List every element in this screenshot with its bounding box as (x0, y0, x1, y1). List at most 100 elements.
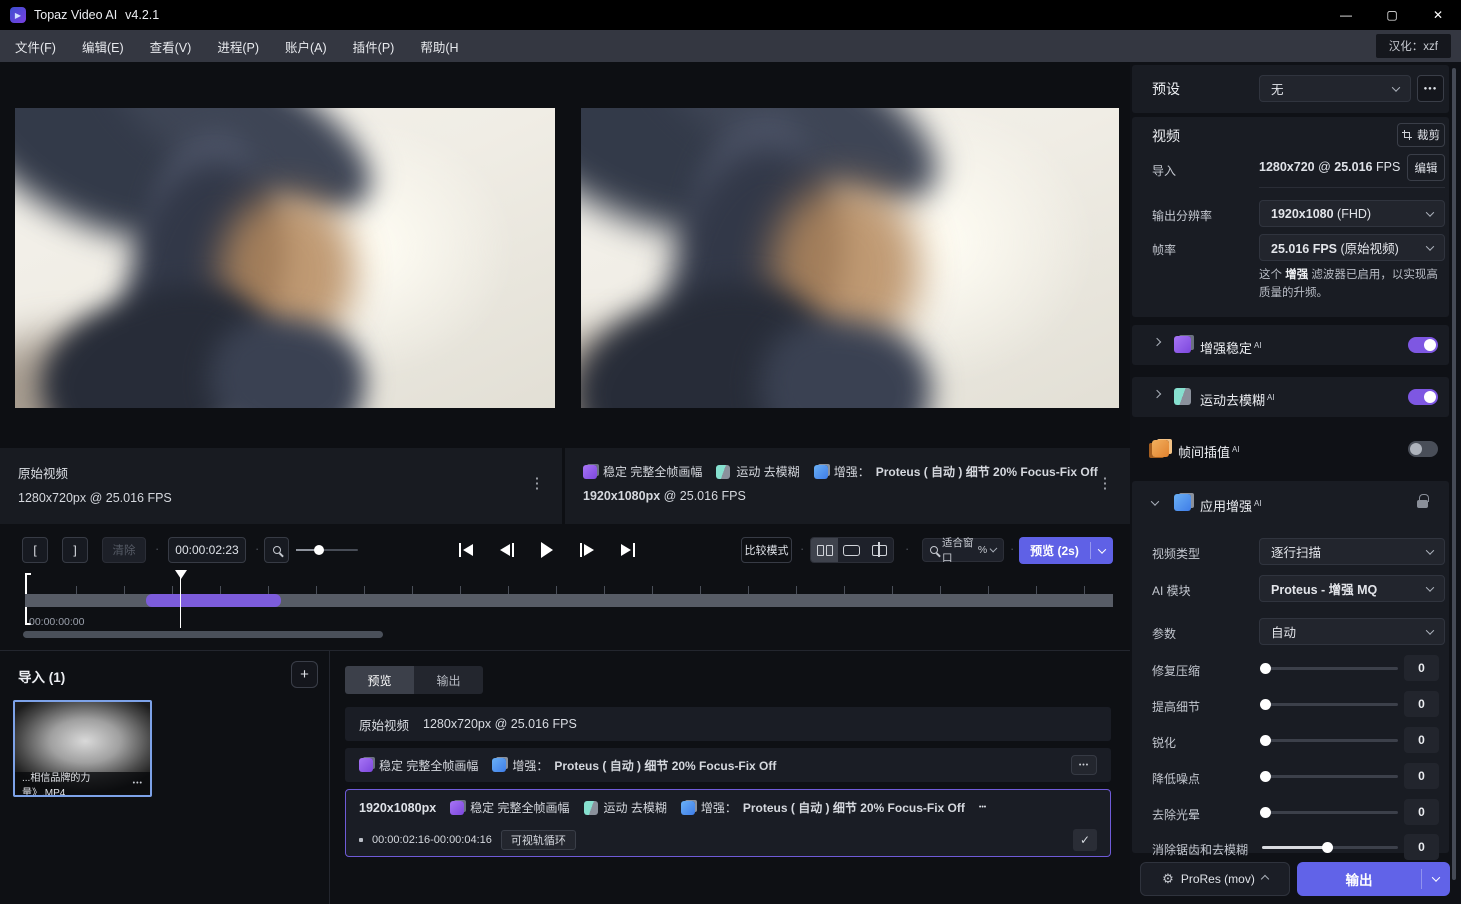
timeline-zoom-button[interactable] (264, 537, 289, 563)
frame-rate-select[interactable]: 25.016 FPS (原始视频) (1259, 234, 1445, 261)
chevron-down-icon (1098, 545, 1106, 553)
antialias-value[interactable]: 0 (1404, 834, 1439, 860)
dehalo-value[interactable]: 0 (1404, 799, 1439, 825)
mark-in-button[interactable]: [ (22, 537, 48, 563)
skip-to-end-button[interactable] (612, 534, 644, 566)
queue-row-preview-2-selected[interactable]: 1920x1080px 稳定 完整全帧画幅 运动 去模糊 增强：Proteus … (345, 789, 1111, 857)
menu-process[interactable]: 进程(P) (204, 30, 272, 62)
gear-icon: ⚙ (1162, 871, 1174, 887)
dehalo-slider[interactable] (1262, 811, 1398, 814)
original-video-frame[interactable] (15, 108, 555, 408)
compression-slider[interactable] (1262, 667, 1398, 670)
playhead-marker[interactable] (175, 570, 187, 579)
detail-slider[interactable] (1262, 703, 1398, 706)
single-view-button[interactable] (838, 538, 865, 562)
ai-model-select[interactable]: Proteus - 增强 MQ (1259, 575, 1445, 602)
app-version: v4.2.1 (125, 8, 159, 22)
menu-edit[interactable]: 编辑(E) (69, 30, 137, 62)
compression-value[interactable]: 0 (1404, 655, 1439, 681)
slider-handle[interactable] (1260, 699, 1271, 710)
processed-video-image (581, 108, 1119, 408)
original-menu-button[interactable]: ⋮ (528, 474, 546, 492)
edit-button[interactable]: 编辑 (1407, 154, 1445, 181)
timeline[interactable]: 00:00:00:00 (0, 570, 1130, 650)
preset-more-button[interactable]: ●●● (1417, 75, 1444, 102)
split-view-button[interactable] (866, 538, 893, 562)
motion-deblur-icon (716, 465, 730, 479)
parameters-select[interactable]: 自动 (1259, 618, 1445, 645)
slider-handle[interactable] (1260, 663, 1271, 674)
antialias-slider[interactable] (1262, 846, 1398, 849)
compare-mode-button[interactable]: 比较模式 (741, 537, 792, 563)
detail-value[interactable]: 0 (1404, 691, 1439, 717)
minimize-button[interactable]: — (1323, 0, 1369, 30)
menu-plugins[interactable]: 插件(P) (340, 30, 408, 62)
skip-to-start-button[interactable] (450, 534, 482, 566)
frame-interpolation-toggle[interactable] (1408, 441, 1438, 457)
queue-row-preview-1[interactable]: 稳定 完整全帧画幅 增强：Proteus ( 自动 ) 细节 20% Focus… (345, 748, 1111, 782)
output-resolution-select[interactable]: 1920x1080 (FHD) (1259, 200, 1445, 227)
preset-select[interactable]: 无 (1259, 75, 1411, 102)
chevron-down-icon (1426, 242, 1434, 250)
chevron-down-icon (1426, 208, 1434, 216)
timeline-scrollbar[interactable] (23, 631, 383, 638)
stabilize-badge: 稳定 完整全帧画幅 (583, 463, 702, 480)
import-file-menu-button[interactable]: ••• (133, 780, 143, 787)
sidebar-scrollbar[interactable] (1452, 68, 1456, 880)
export-format-button[interactable]: ⚙ ProRes (mov) (1140, 862, 1290, 896)
previous-frame-button[interactable] (491, 534, 523, 566)
mark-out-button[interactable]: ] (62, 537, 88, 563)
stabilize-toggle[interactable] (1408, 337, 1438, 353)
clear-button[interactable]: 清除 (102, 537, 146, 563)
visible-track-loop-badge[interactable]: 可视轨循环 (501, 830, 576, 850)
processed-video-frame[interactable] (581, 108, 1119, 408)
crop-icon (1402, 130, 1412, 140)
sharpen-value[interactable]: 0 (1404, 727, 1439, 753)
slider-handle[interactable] (1260, 735, 1271, 746)
menu-account[interactable]: 账户(A) (272, 30, 340, 62)
separator-dot: · (1010, 541, 1014, 556)
sharpen-slider[interactable] (1262, 739, 1398, 742)
menu-help[interactable]: 帮助(H (407, 30, 471, 62)
slider-handle[interactable] (1322, 842, 1333, 853)
row-check-button[interactable]: ✓ (1073, 829, 1097, 851)
title-bar: ▶ Topaz Video AI v4.2.1 — ▢ ✕ (0, 0, 1461, 30)
tab-output[interactable]: 输出 (414, 666, 483, 694)
side-by-side-view-button[interactable] (811, 538, 838, 562)
motion-deblur-icon (584, 801, 598, 815)
menu-view[interactable]: 查看(V) (137, 30, 205, 62)
zoom-slider-knob[interactable] (314, 545, 324, 555)
localization-badge[interactable]: 汉化：xzf (1376, 34, 1451, 58)
timeline-preview-segment[interactable] (146, 594, 281, 607)
play-button[interactable] (531, 534, 563, 566)
noise-value[interactable]: 0 (1404, 763, 1439, 789)
stabilize-filter-icon (1174, 336, 1191, 353)
output-button[interactable]: 输出 (1297, 862, 1450, 896)
timeline-zoom-slider[interactable] (296, 549, 358, 551)
tab-preview[interactable]: 预览 (345, 666, 414, 694)
processed-info-panel: 稳定 完整全帧画幅 运动 去模糊 增强：Proteus ( 自动 ) 细节 20… (565, 448, 1130, 524)
timecode-field[interactable]: 00:00:02:23 (168, 537, 246, 563)
row-menu-button[interactable]: ••• (1071, 755, 1097, 775)
preview-button[interactable]: 预览 (2s) (1019, 537, 1113, 564)
menu-file[interactable]: 文件(F) (2, 30, 69, 62)
import-thumbnail[interactable]: ...相信品牌的力量》.MP4 ••• (13, 700, 152, 797)
queue-row-original[interactable]: 原始视频 1280x720px @ 25.016 FPS (345, 707, 1111, 741)
add-import-button[interactable]: + (291, 661, 318, 688)
preview-options-button[interactable] (1091, 548, 1113, 554)
close-button[interactable]: ✕ (1415, 0, 1461, 30)
next-frame-button[interactable] (571, 534, 603, 566)
zoom-fit-select[interactable]: 适合窗口% (922, 538, 1004, 562)
slider-handle[interactable] (1260, 771, 1271, 782)
maximize-button[interactable]: ▢ (1369, 0, 1415, 30)
processed-menu-button[interactable]: ⋮ (1096, 474, 1114, 492)
chevron-down-icon (990, 545, 998, 553)
video-type-select[interactable]: 逐行扫描 (1259, 538, 1445, 565)
row-menu-button[interactable]: ••• (979, 804, 986, 811)
slider-handle[interactable] (1260, 807, 1271, 818)
output-options-button[interactable] (1422, 876, 1450, 882)
noise-slider[interactable] (1262, 775, 1398, 778)
output-resolution-label: 输出分辨率 (1152, 207, 1212, 224)
motion-deblur-toggle[interactable] (1408, 389, 1438, 405)
crop-button[interactable]: 裁剪 (1397, 123, 1445, 147)
